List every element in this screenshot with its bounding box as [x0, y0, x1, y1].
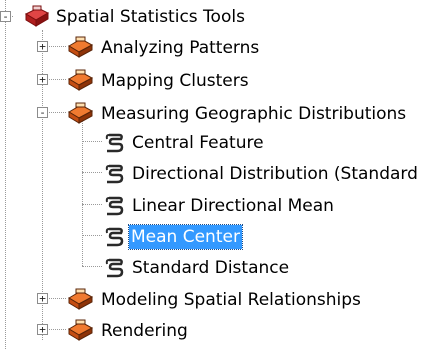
collapse-icon[interactable]: -: [37, 107, 48, 118]
tree-node-measuring-geographic-distributions[interactable]: - Measuring Geographic Distributions: [0, 99, 429, 129]
expand-icon[interactable]: +: [37, 41, 48, 52]
toolset-icon: [68, 36, 94, 58]
toolset-icon: [68, 319, 94, 341]
tree-node-label: Spatial Statistics Tools: [56, 7, 245, 27]
tool-directional-distribution[interactable]: Directional Distribution (Standard: [0, 159, 429, 189]
expand-icon[interactable]: +: [37, 324, 48, 335]
tree-node-analyzing-patterns[interactable]: + Analyzing Patterns: [0, 33, 429, 63]
tool-standard-distance[interactable]: Standard Distance: [0, 253, 429, 283]
tree-node-label: Rendering: [101, 321, 188, 341]
toolset-icon: [68, 102, 94, 124]
script-tool-icon: [105, 164, 124, 184]
tree-node-label: Analyzing Patterns: [101, 38, 260, 58]
collapse-icon[interactable]: -: [0, 11, 11, 22]
tree-node-modeling-spatial-relationships[interactable]: + Modeling Spatial Relationships: [0, 285, 429, 315]
tool-label-selected: Mean Center: [128, 224, 243, 250]
tool-label: Central Feature: [132, 133, 264, 153]
catalog-tree: - Spatial Statistics Tools + Analyzing P…: [0, 0, 429, 349]
expand-icon[interactable]: +: [37, 74, 48, 85]
tool-label: Directional Distribution (Standard: [132, 164, 418, 184]
tool-linear-directional-mean[interactable]: Linear Directional Mean: [0, 191, 429, 221]
script-tool-icon: [105, 258, 124, 278]
script-tool-icon: [105, 227, 124, 247]
expand-icon[interactable]: +: [37, 293, 48, 304]
toolset-icon: [68, 69, 94, 91]
tool-label: Standard Distance: [132, 258, 290, 278]
tree-node-label: Modeling Spatial Relationships: [101, 290, 361, 310]
tree-node-spatial-statistics-tools[interactable]: - Spatial Statistics Tools: [0, 2, 429, 32]
script-tool-icon: [105, 196, 124, 216]
tree-node-label: Mapping Clusters: [101, 71, 249, 91]
toolset-icon: [68, 288, 94, 310]
toolbox-icon: [24, 5, 50, 27]
tree-node-label: Measuring Geographic Distributions: [101, 104, 407, 124]
script-tool-icon: [105, 133, 124, 153]
tool-central-feature[interactable]: Central Feature: [0, 128, 429, 158]
tool-mean-center[interactable]: Mean Center: [0, 222, 429, 252]
tool-label: Linear Directional Mean: [132, 196, 334, 216]
tree-node-mapping-clusters[interactable]: + Mapping Clusters: [0, 66, 429, 96]
tree-node-rendering[interactable]: + Rendering: [0, 316, 429, 346]
